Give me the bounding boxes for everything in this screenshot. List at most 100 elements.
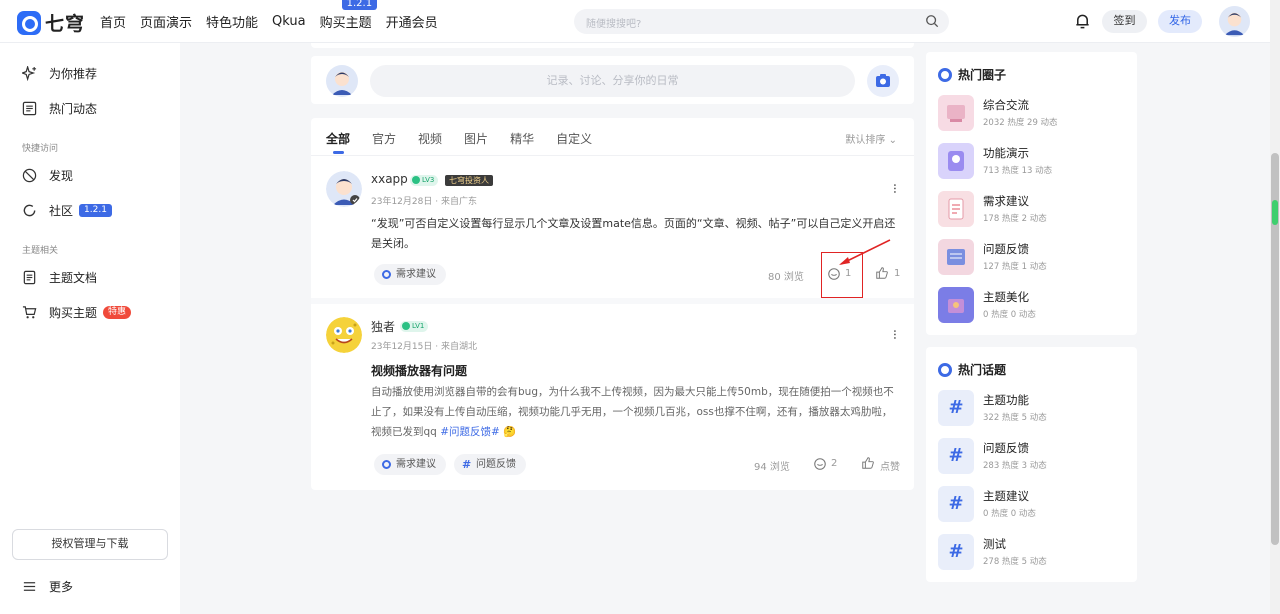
hot-circles-title: 热门圈子 [958,68,1007,82]
topic-stats: 278 热度 5 动态 [983,557,1047,567]
post-content[interactable]: 自动播放使用浏览器自带的会有bug，为什么我不上传视频，因为最大只能上传50mb… [371,382,901,442]
sidebar-item-community[interactable]: 社区 1.2.1 [22,202,112,219]
more-options-icon[interactable]: ··· [886,329,902,339]
hash-icon: # [938,534,974,570]
circle-item[interactable]: 主题美化 0 热度 0 动态 [938,287,1128,323]
circle-stats: 178 热度 2 动态 [983,214,1047,224]
circle-stats: 0 热度 0 动态 [983,310,1036,320]
tag-chip[interactable]: 需求建议 [374,264,446,285]
sidebar-item-more[interactable]: 更多 [22,578,73,595]
tab-video[interactable]: 视频 [418,130,442,147]
post-title[interactable]: 视频播放器有问题 [371,362,467,379]
topic-name: 主题建议 [983,489,1029,503]
sidebar-item-label: 主题文档 [49,271,98,285]
nav-demo[interactable]: 页面演示 [140,12,192,31]
tag-chip[interactable]: # 问题反馈 [454,454,526,475]
circle-item[interactable]: 功能演示 713 热度 13 动态 [938,143,1128,179]
post-author[interactable]: xxapp [371,172,408,186]
level-badge: LV1 [400,321,429,332]
tag-label: 需求建议 [396,459,436,470]
tag-chip[interactable]: 需求建议 [374,454,446,475]
user-avatar[interactable] [1219,6,1250,37]
circle-name: 问题反馈 [983,242,1029,256]
hot-circles-panel: 热门圈子 综合交流 2032 热度 29 动态 功能演示 713 热度 13 动… [926,52,1137,335]
tab-divider [311,155,914,156]
circle-icon [938,67,952,82]
comment-count[interactable]: 2 [831,458,837,469]
tag-label: 需求建议 [396,269,436,280]
circle-thumb [938,143,974,179]
post-divider [311,298,914,304]
sidebar-item-docs[interactable]: 主题文档 [22,269,97,286]
circle-stats: 2032 热度 29 动态 [983,118,1058,128]
post-avatar[interactable] [326,171,362,207]
tab-official[interactable]: 官方 [372,130,396,147]
post-content[interactable]: “发现”可否自定义设置每行显示几个文章及设置mate信息。页面的“文章、视频、帖… [371,214,901,254]
sort-dropdown[interactable]: 默认排序 ⌄ [845,131,897,146]
sidebar-item-buy[interactable]: 购买主题 特惠 [22,304,132,321]
license-download-button[interactable]: 授权管理与下载 [12,529,168,560]
tab-featured[interactable]: 精华 [510,130,534,147]
bell-icon[interactable] [1074,12,1091,30]
topic-item[interactable]: # 主题功能 322 热度 5 动态 [938,390,1128,426]
camera-icon [876,74,890,87]
post-author[interactable]: 独者 [371,318,395,335]
sparkle-icon [22,66,37,81]
tab-image[interactable]: 图片 [464,130,488,147]
sort-label: 默认排序 [845,135,886,146]
top-bar: 七穹 首页 页面演示 特色功能 Qkua 购买主题 1.2.1 开通会员 随便搜… [0,0,1270,43]
sidebar: 为你推荐 热门动态 快捷访问 发现 社区 1.2.1 主题相关 主题文档 购买主… [0,43,180,614]
topic-name: 测试 [983,537,1006,551]
logo[interactable]: 七穹 [17,9,85,36]
panel-title: 热门话题 [938,361,1006,378]
logo-text: 七穹 [45,13,86,35]
circle-name: 需求建议 [983,194,1029,208]
feed-card: 全部 官方 视频 图片 精华 自定义 默认排序 ⌄ xxapp LV3 七穹投资… [311,118,914,490]
like-icon[interactable] [861,456,875,470]
sidebar-item-hot[interactable]: 热门动态 [22,100,97,117]
search-input[interactable]: 随便搜搜吧? [586,15,641,30]
sidebar-item-discover[interactable]: 发现 [22,167,73,184]
nav-qkua[interactable]: Qkua [272,14,306,29]
search-box[interactable]: 随便搜搜吧? [574,9,949,34]
investor-badge: 七穹投资人 [445,175,493,186]
sidebar-group-quick: 快捷访问 [22,144,59,154]
sidebar-item-label: 热门动态 [49,102,98,116]
sidebar-item-recommend[interactable]: 为你推荐 [22,65,97,82]
circle-thumb [938,287,974,323]
circle-item[interactable]: 问题反馈 127 热度 1 动态 [938,239,1128,275]
signin-button[interactable]: 签到 [1102,10,1147,33]
scroll-indicator [1272,200,1278,225]
like-icon[interactable] [875,266,889,280]
chevron-down-icon: ⌄ [888,135,897,146]
camera-button[interactable] [867,65,899,97]
nav-home[interactable]: 首页 [100,12,126,31]
topic-item[interactable]: # 主题建议 0 热度 0 动态 [938,486,1128,522]
hashtag-link[interactable]: #问题反馈# [440,426,500,438]
comment-icon[interactable] [813,457,827,471]
circle-thumb [938,239,974,275]
search-icon[interactable] [925,14,939,28]
emoji-icon: 🤔 [503,426,517,438]
view-count: 80 浏览 [768,272,804,283]
post-composer: 记录、讨论、分享你的日常 [311,56,914,104]
circle-thumb [938,95,974,131]
nav-buy-theme[interactable]: 购买主题 1.2.1 [320,0,378,31]
composer-input[interactable]: 记录、讨论、分享你的日常 [370,65,855,97]
publish-button[interactable]: 发布 [1158,10,1202,33]
like-label[interactable]: 点赞 [880,458,900,473]
more-options-icon[interactable]: ··· [886,183,902,193]
hash-icon: # [938,486,974,522]
circle-item[interactable]: 需求建议 178 热度 2 动态 [938,191,1128,227]
circle-item[interactable]: 综合交流 2032 热度 29 动态 [938,95,1128,131]
tab-all[interactable]: 全部 [326,130,350,154]
tab-custom[interactable]: 自定义 [556,130,592,147]
nav-features[interactable]: 特色功能 [206,12,258,31]
topic-item[interactable]: # 测试 278 热度 5 动态 [938,534,1128,570]
topic-item[interactable]: # 问题反馈 283 热度 3 动态 [938,438,1128,474]
post-avatar[interactable] [326,317,362,353]
topic-stats: 283 热度 3 动态 [983,461,1047,471]
like-count[interactable]: 1 [894,268,900,279]
nav-vip[interactable]: 开通会员 [386,12,438,31]
page-scrollbar[interactable] [1270,0,1280,614]
